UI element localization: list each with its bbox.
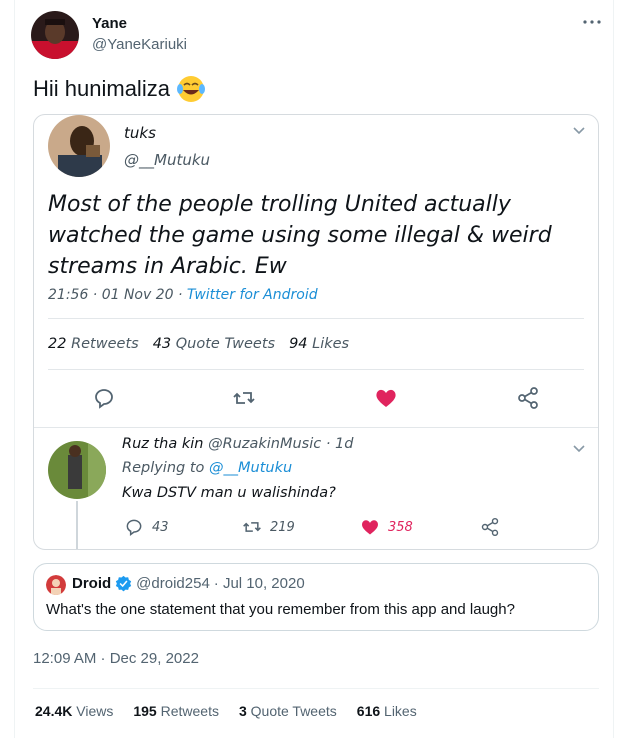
reply-retweet-count: 219	[270, 519, 295, 535]
reply-retweet-action: 219	[242, 517, 295, 537]
screenshot-source: Twitter for Android	[186, 287, 318, 303]
author-name[interactable]: Yane	[92, 15, 127, 32]
quotes-count: 3	[238, 703, 247, 719]
divider	[33, 688, 599, 689]
likes-label: Likes	[384, 703, 417, 719]
likes-count: 616	[356, 703, 381, 719]
tweet: Yane @YaneKariuki Hii hunimaliza tuks @_…	[14, 0, 614, 738]
quote-date: · Jul 10, 2020	[213, 575, 305, 592]
reply-reply-count: 43	[152, 519, 169, 535]
tweet-stats: 24.4K Views 195 Retweets 3 Quote Tweets …	[35, 703, 417, 719]
retweet-icon	[243, 522, 261, 532]
screenshot-quotes-label: Quote Tweets	[175, 336, 276, 352]
chevron-down-icon	[573, 445, 585, 453]
divider	[48, 318, 584, 319]
author-handle[interactable]: @YaneKariuki	[92, 36, 187, 53]
quotes-label: Quote Tweets	[250, 703, 337, 719]
quote-header: Droid @droid254 · Jul 10, 2020	[72, 575, 305, 592]
likes-stat[interactable]: 616 Likes	[357, 703, 417, 719]
screenshot-time: 21:56 · 01 Nov 20 ·	[48, 287, 187, 303]
replying-handle: @__Mutuku	[209, 460, 293, 476]
tweet-timestamp[interactable]: 12:09 AM · Dec 29, 2022	[33, 650, 199, 667]
more-dots-icon[interactable]	[581, 14, 603, 30]
retweets-stat[interactable]: 195 Retweets	[133, 703, 219, 719]
quote-author-name: Droid	[72, 575, 112, 592]
views-label: Views	[76, 703, 114, 719]
divider	[48, 369, 584, 370]
quote-text: What's the one statement that you rememb…	[46, 601, 515, 618]
screenshot-author-name: tuks	[124, 124, 156, 142]
quotes-stat[interactable]: 3 Quote Tweets	[239, 703, 337, 719]
screenshot-author-handle: @__Mutuku	[124, 151, 211, 169]
reply-meta: @RuzakinMusic · 1d	[203, 436, 354, 452]
screenshot-retweets-count: 22	[48, 336, 67, 352]
reply-author-name: Ruz tha kin	[122, 436, 204, 452]
retweets-count: 195	[133, 703, 157, 719]
embedded-screenshot[interactable]: tuks @__Mutuku Most of the people trolli…	[33, 114, 599, 550]
tweet-text: Hii hunimaliza	[33, 74, 206, 104]
screenshot-retweets-label: Retweets	[71, 336, 139, 352]
views-stat: 24.4K Views	[35, 703, 113, 719]
tears-of-joy-emoji-icon	[176, 76, 205, 102]
retweets-label: Retweets	[160, 703, 219, 719]
reply-icon	[126, 519, 142, 536]
replying-prefix: Replying to	[122, 460, 210, 476]
share-icon	[518, 387, 538, 409]
quote-author-handle: @droid254	[136, 575, 210, 592]
screenshot-likes-count: 94	[289, 336, 308, 352]
reply-like-count: 358	[388, 519, 413, 535]
retweet-icon	[233, 392, 255, 404]
quoted-tweet[interactable]: Droid @droid254 · Jul 10, 2020 What's th…	[33, 563, 599, 631]
reply-icon	[95, 389, 113, 409]
share-icon	[481, 517, 499, 537]
tweet-text-content: Hii hunimaliza	[33, 76, 170, 101]
screenshot-likes-label: Likes	[312, 336, 350, 352]
author-avatar[interactable]	[31, 11, 79, 59]
reply-like-action: 358	[360, 517, 413, 537]
divider	[34, 427, 598, 428]
ruz-avatar	[48, 441, 106, 499]
screenshot-stats: 22 Retweets 43 Quote Tweets 94 Likes	[48, 336, 349, 352]
reply-text: Kwa DSTV man u walishinda?	[122, 485, 336, 501]
screenshot-tweet-text: Most of the people trolling United actua…	[48, 192, 552, 279]
heart-icon	[376, 389, 396, 407]
heart-icon	[362, 520, 378, 535]
reply-header: Ruz tha kin @RuzakinMusic · 1d	[122, 436, 353, 452]
reply-reply-action: 43	[124, 517, 169, 537]
screenshot-meta: 21:56 · 01 Nov 20 · Twitter for Android	[48, 287, 318, 303]
tuks-avatar	[48, 115, 110, 177]
replying-to: Replying to @__Mutuku	[122, 460, 292, 476]
screenshot-quotes-count: 43	[152, 336, 172, 352]
reply-share-action	[480, 517, 500, 537]
chevron-down-icon	[573, 127, 585, 135]
droid-avatar	[46, 575, 66, 595]
verified-badge-icon	[116, 575, 132, 592]
thread-line	[76, 501, 78, 549]
views-count: 24.4K	[35, 703, 73, 719]
